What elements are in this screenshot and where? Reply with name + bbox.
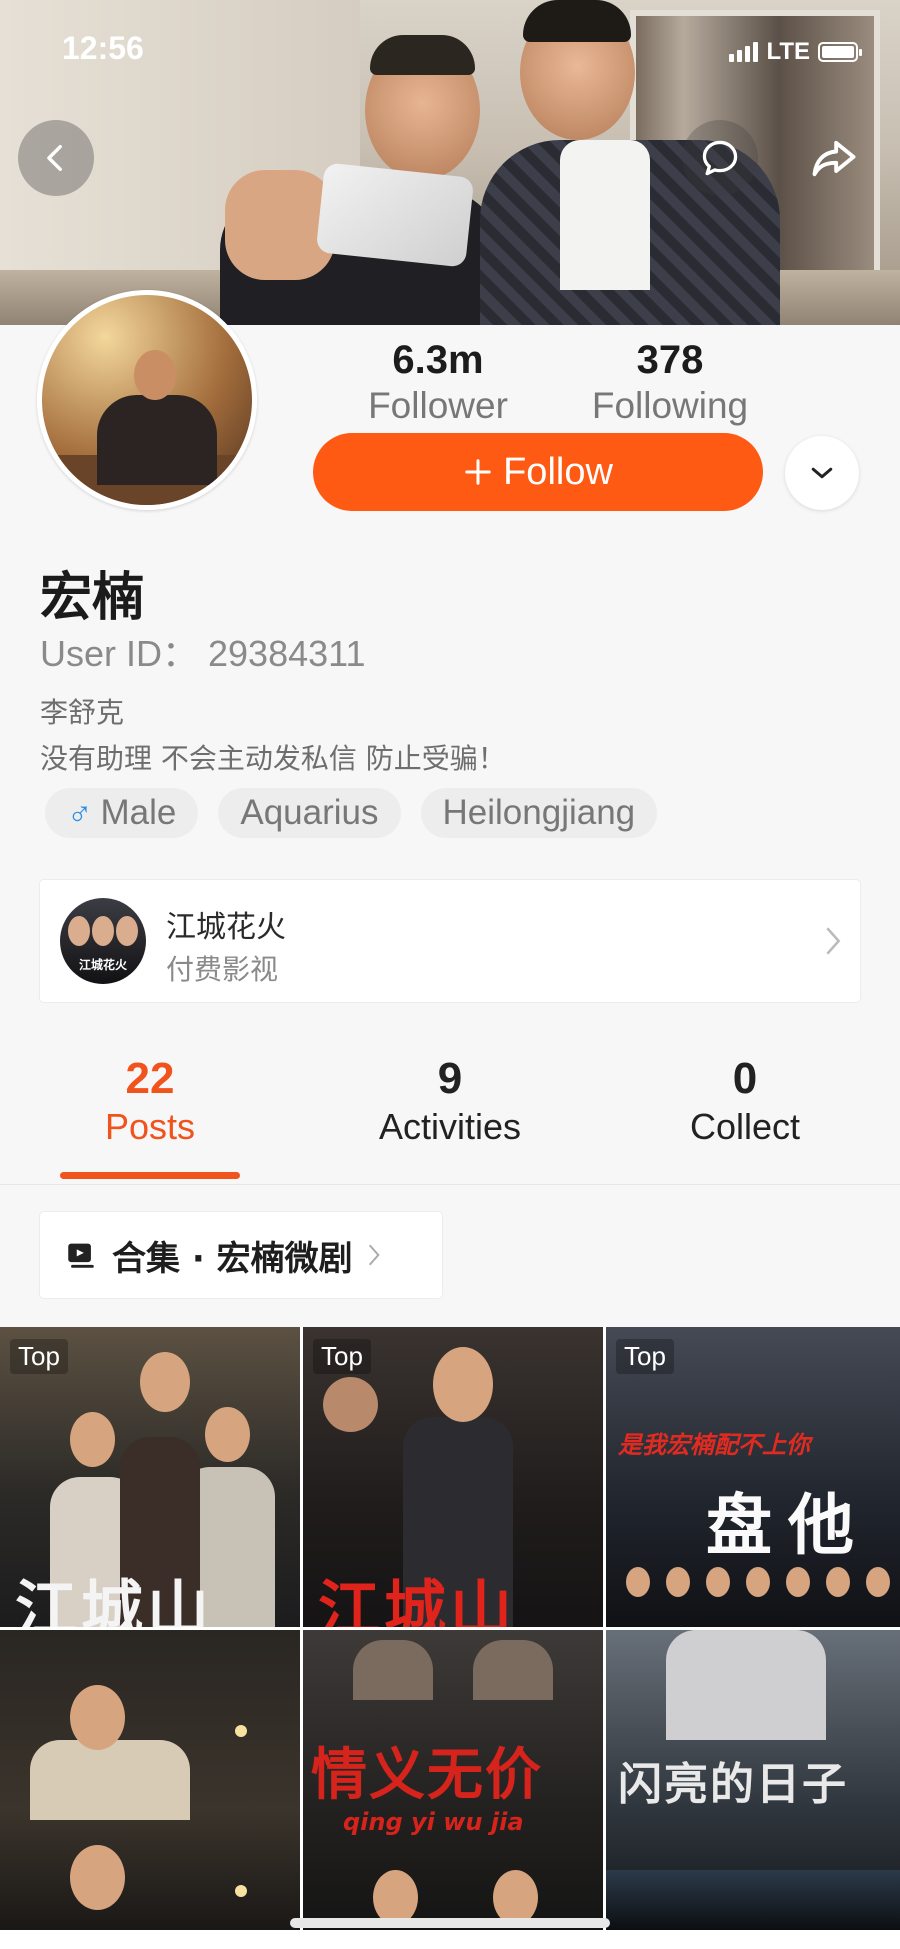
avatar[interactable]: [37, 290, 257, 510]
followers-count: 6.3m: [392, 338, 484, 382]
tag-label: Heilongjiang: [442, 793, 636, 832]
tab-posts[interactable]: 22 Posts: [60, 1054, 240, 1148]
bio-line: 李舒克: [40, 696, 125, 729]
follow-label: Follow: [503, 450, 613, 493]
chevron-right-icon: [368, 1244, 380, 1266]
comment-icon: [702, 140, 738, 176]
network-label: LTE: [766, 38, 810, 65]
collection-label: 合集 · 宏楠微剧: [112, 1238, 353, 1279]
drama-thumbnail: 江城花火: [60, 898, 146, 984]
plus-icon: [465, 459, 491, 485]
tab-activities[interactable]: 9 Activities: [340, 1054, 560, 1148]
tag-gender: ♂ Male: [45, 788, 199, 838]
following-count: 378: [636, 338, 704, 382]
drama-thumb-text: 江城花火: [78, 958, 127, 972]
home-indicator: [290, 1918, 610, 1928]
tab-count: 9: [437, 1054, 463, 1103]
status-time: 12:56: [62, 30, 144, 66]
post-title: 情义无价: [311, 1743, 543, 1808]
bio-line: 没有助理 不会主动发私信 防止受骗！: [40, 742, 506, 775]
post-title: 闪亮的日子: [618, 1759, 848, 1810]
followers-label: Follower: [368, 385, 508, 426]
profile-name: 宏楠: [40, 568, 145, 628]
post-thumbnail[interactable]: 闪亮的日子: [606, 1630, 900, 1930]
top-badge: Top: [10, 1339, 68, 1374]
tab-count: 22: [125, 1054, 175, 1103]
tab-count: 0: [732, 1054, 758, 1103]
post-thumbnail[interactable]: 江城山 Top: [0, 1327, 300, 1627]
comment-button[interactable]: [682, 120, 758, 196]
tag-zodiac: Aquarius: [218, 788, 401, 838]
battery-icon: [818, 42, 862, 62]
signal-icon: [729, 42, 759, 62]
chevron-right-icon: [826, 927, 841, 955]
post-thumbnail[interactable]: 情义无价 qing yi wu jia: [303, 1630, 603, 1930]
playlist-icon: [68, 1243, 94, 1268]
drama-card[interactable]: 江城花火 江城花火 付费影视: [40, 880, 860, 1002]
post-title: 江城山: [318, 1573, 517, 1627]
profile-tags: ♂ Male Aquarius Heilongjiang: [45, 788, 658, 838]
profile-page: 12:56 LTE 6.3m Follower 378 Following Fo…: [0, 0, 900, 1949]
collection-button[interactable]: 合集 · 宏楠微剧: [40, 1212, 442, 1298]
posts-grid: 江城山 Top 江城山 Top 是我宏楠配不上你 盘他 Top 情义无价 qin…: [0, 1327, 900, 1949]
chevron-left-icon: [47, 144, 62, 172]
status-indicators: LTE: [729, 38, 862, 66]
share-button[interactable]: [796, 120, 872, 196]
post-subtitle: qing yi wu jia: [343, 1808, 524, 1836]
share-icon: [812, 140, 856, 177]
post-subtitle: 盘他: [706, 1487, 870, 1564]
tab-collect[interactable]: 0 Collect: [660, 1054, 830, 1148]
post-thumbnail[interactable]: 是我宏楠配不上你 盘他 Top: [606, 1327, 900, 1627]
tag-label: Aquarius: [240, 793, 379, 832]
active-tab-indicator: [60, 1172, 240, 1179]
drama-subtitle: 付费影视: [166, 953, 279, 986]
following-label: Following: [591, 385, 749, 426]
drama-title: 江城花火: [166, 910, 286, 945]
tab-label: Collect: [689, 1106, 801, 1147]
post-title: 江城山: [15, 1573, 214, 1627]
bio: 李舒克 没有助理 不会主动发私信 防止受骗！: [40, 690, 506, 782]
back-button[interactable]: [18, 120, 94, 196]
post-title: 是我宏楠配不上你: [618, 1431, 810, 1459]
chevron-down-icon: [811, 467, 833, 479]
tag-label: Male: [100, 793, 177, 832]
profile-tabs: 22 Posts 9 Activities 0 Collect: [0, 1040, 900, 1185]
tab-label: Activities: [378, 1106, 522, 1147]
tab-label: Posts: [104, 1106, 196, 1147]
top-badge: Top: [313, 1339, 371, 1374]
followers-stat[interactable]: 6.3m Follower: [355, 338, 521, 427]
post-thumbnail[interactable]: [0, 1630, 300, 1930]
follow-button[interactable]: Follow: [313, 433, 763, 511]
more-options-button[interactable]: [785, 436, 859, 510]
male-icon: ♂: [67, 793, 93, 832]
following-stat[interactable]: 378 Following: [578, 338, 762, 427]
tag-region: Heilongjiang: [420, 788, 658, 838]
post-thumbnail[interactable]: 江城山 Top: [303, 1327, 603, 1627]
user-id: User ID： 29384311: [40, 633, 366, 674]
top-badge: Top: [616, 1339, 674, 1374]
